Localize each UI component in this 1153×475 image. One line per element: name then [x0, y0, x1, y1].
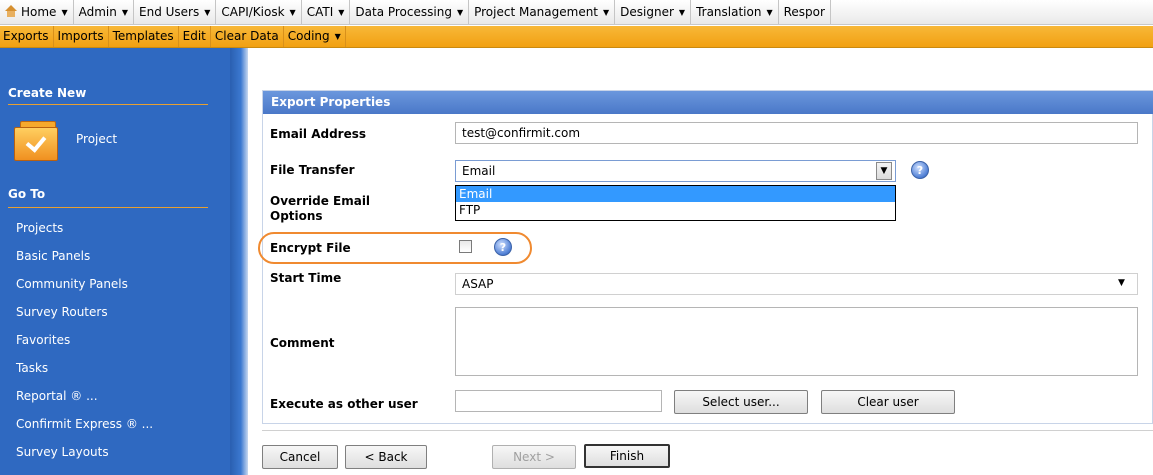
start-time-label: Start Time: [270, 271, 342, 285]
menu-label: Data Processing: [355, 5, 452, 19]
project-folder-icon[interactable]: [14, 121, 62, 161]
chevron-down-icon: ▼: [603, 8, 610, 17]
sidebar-edge: [230, 48, 248, 475]
sidebar-item-community-panels[interactable]: Community Panels: [16, 277, 128, 291]
cancel-button[interactable]: Cancel: [262, 445, 338, 469]
submenu-coding[interactable]: Coding ▼: [284, 26, 346, 47]
dropdown-option-ftp[interactable]: FTP: [456, 202, 895, 218]
execute-as-user-label: Execute as other user: [270, 397, 418, 411]
menu-end-users[interactable]: End Users ▼: [134, 0, 217, 24]
help-icon[interactable]: ?: [911, 161, 929, 179]
menu-label: Admin: [78, 5, 117, 19]
divider: [8, 104, 208, 105]
menu-label: Designer: [620, 5, 674, 19]
menu-home[interactable]: Home ▼: [0, 0, 74, 24]
chevron-down-icon: ▼: [334, 32, 341, 41]
chevron-down-icon: ▼: [338, 8, 345, 17]
divider: [8, 207, 208, 208]
encrypt-file-label: Encrypt File: [270, 241, 351, 255]
create-new-heading: Create New: [8, 86, 87, 100]
menu-label: CATI: [306, 5, 334, 19]
file-transfer-dropdown-list: Email FTP: [455, 185, 896, 221]
sidebar-item-confirmit-express[interactable]: Confirmit Express ® ...: [16, 417, 153, 431]
submenu-label: Coding: [287, 29, 330, 43]
file-transfer-select[interactable]: Email: [455, 160, 896, 182]
override-email-options-label: Override Email Options: [270, 194, 370, 224]
menu-data-processing[interactable]: Data Processing ▼: [350, 0, 470, 24]
go-to-heading: Go To: [8, 187, 46, 201]
chevron-down-icon: ▼: [121, 8, 128, 17]
sidebar-item-favorites[interactable]: Favorites: [16, 333, 70, 347]
submenu-clear-data[interactable]: Clear Data: [211, 26, 284, 47]
menu-cati[interactable]: CATI ▼: [302, 0, 351, 24]
submenu-imports[interactable]: Imports: [54, 26, 109, 47]
override-label-line: Options: [270, 209, 323, 223]
menu-label: Home: [21, 5, 57, 19]
menu-label: CAPI/Kiosk: [221, 5, 285, 19]
sidebar-item-projects[interactable]: Projects: [16, 221, 63, 235]
comment-label: Comment: [270, 336, 335, 350]
submenu-templates[interactable]: Templates: [109, 26, 179, 47]
chevron-down-icon: ▼: [678, 8, 686, 17]
create-project-link[interactable]: Project: [76, 132, 117, 146]
menu-label: End Users: [139, 5, 200, 19]
finish-button[interactable]: Finish: [584, 444, 670, 468]
file-transfer-label: File Transfer: [270, 163, 355, 177]
chevron-down-icon[interactable]: ▼: [876, 162, 892, 180]
dropdown-option-email[interactable]: Email: [456, 186, 895, 202]
sub-menu-bar: Exports Imports Templates Edit Clear Data Cod…: [0, 26, 1153, 48]
panel-title: Export Properties: [263, 91, 1153, 114]
menu-label: Translation: [696, 5, 762, 19]
sidebar-item-basic-panels[interactable]: Basic Panels: [16, 249, 90, 263]
divider: [262, 430, 1153, 431]
top-menu-bar: Home ▼ Admin ▼ End Users ▼ CAPI/Kiosk ▼ CATI ▼ Dat…: [0, 0, 1153, 25]
sidebar-item-survey-layouts[interactable]: Survey Layouts: [16, 445, 109, 459]
menu-respondents[interactable]: Respor: [779, 0, 831, 24]
sidebar-item-survey-routers[interactable]: Survey Routers: [16, 305, 108, 319]
start-time-select[interactable]: ASAP: [455, 273, 1138, 295]
menu-label: Project Management: [474, 5, 599, 19]
home-icon: [4, 5, 18, 17]
menu-project-management[interactable]: Project Management ▼: [469, 0, 616, 24]
override-label-line: Override Email: [270, 194, 371, 208]
chevron-down-icon: ▼: [204, 8, 211, 17]
menu-designer[interactable]: Designer ▼: [615, 0, 692, 24]
execute-as-user-field[interactable]: [455, 390, 662, 412]
clear-user-button[interactable]: Clear user: [821, 390, 955, 414]
chevron-down-icon[interactable]: ▼: [1118, 278, 1125, 288]
email-field[interactable]: test@confirmit.com: [455, 122, 1138, 144]
encrypt-file-checkbox[interactable]: [459, 240, 472, 253]
next-button[interactable]: Next >: [492, 445, 576, 469]
help-icon[interactable]: ?: [494, 238, 512, 256]
menu-translation[interactable]: Translation ▼: [691, 0, 779, 24]
chevron-down-icon: ▼: [766, 8, 773, 17]
menu-label: Respor: [783, 5, 825, 19]
chevron-down-icon: ▼: [61, 8, 68, 17]
menu-capi-kiosk[interactable]: CAPI/Kiosk ▼: [216, 0, 302, 24]
chevron-down-icon: ▼: [456, 8, 464, 17]
email-label: Email Address: [270, 127, 367, 141]
menu-admin[interactable]: Admin ▼: [74, 0, 134, 24]
comment-textarea[interactable]: [455, 307, 1138, 376]
select-user-button[interactable]: Select user...: [674, 390, 808, 414]
back-button[interactable]: < Back: [345, 445, 427, 469]
sidebar-item-reportal[interactable]: Reportal ® ...: [16, 389, 98, 403]
submenu-exports[interactable]: Exports: [0, 26, 54, 47]
submenu-edit[interactable]: Edit: [179, 26, 211, 47]
sidebar-item-tasks[interactable]: Tasks: [16, 361, 48, 375]
chevron-down-icon: ▼: [289, 8, 296, 17]
